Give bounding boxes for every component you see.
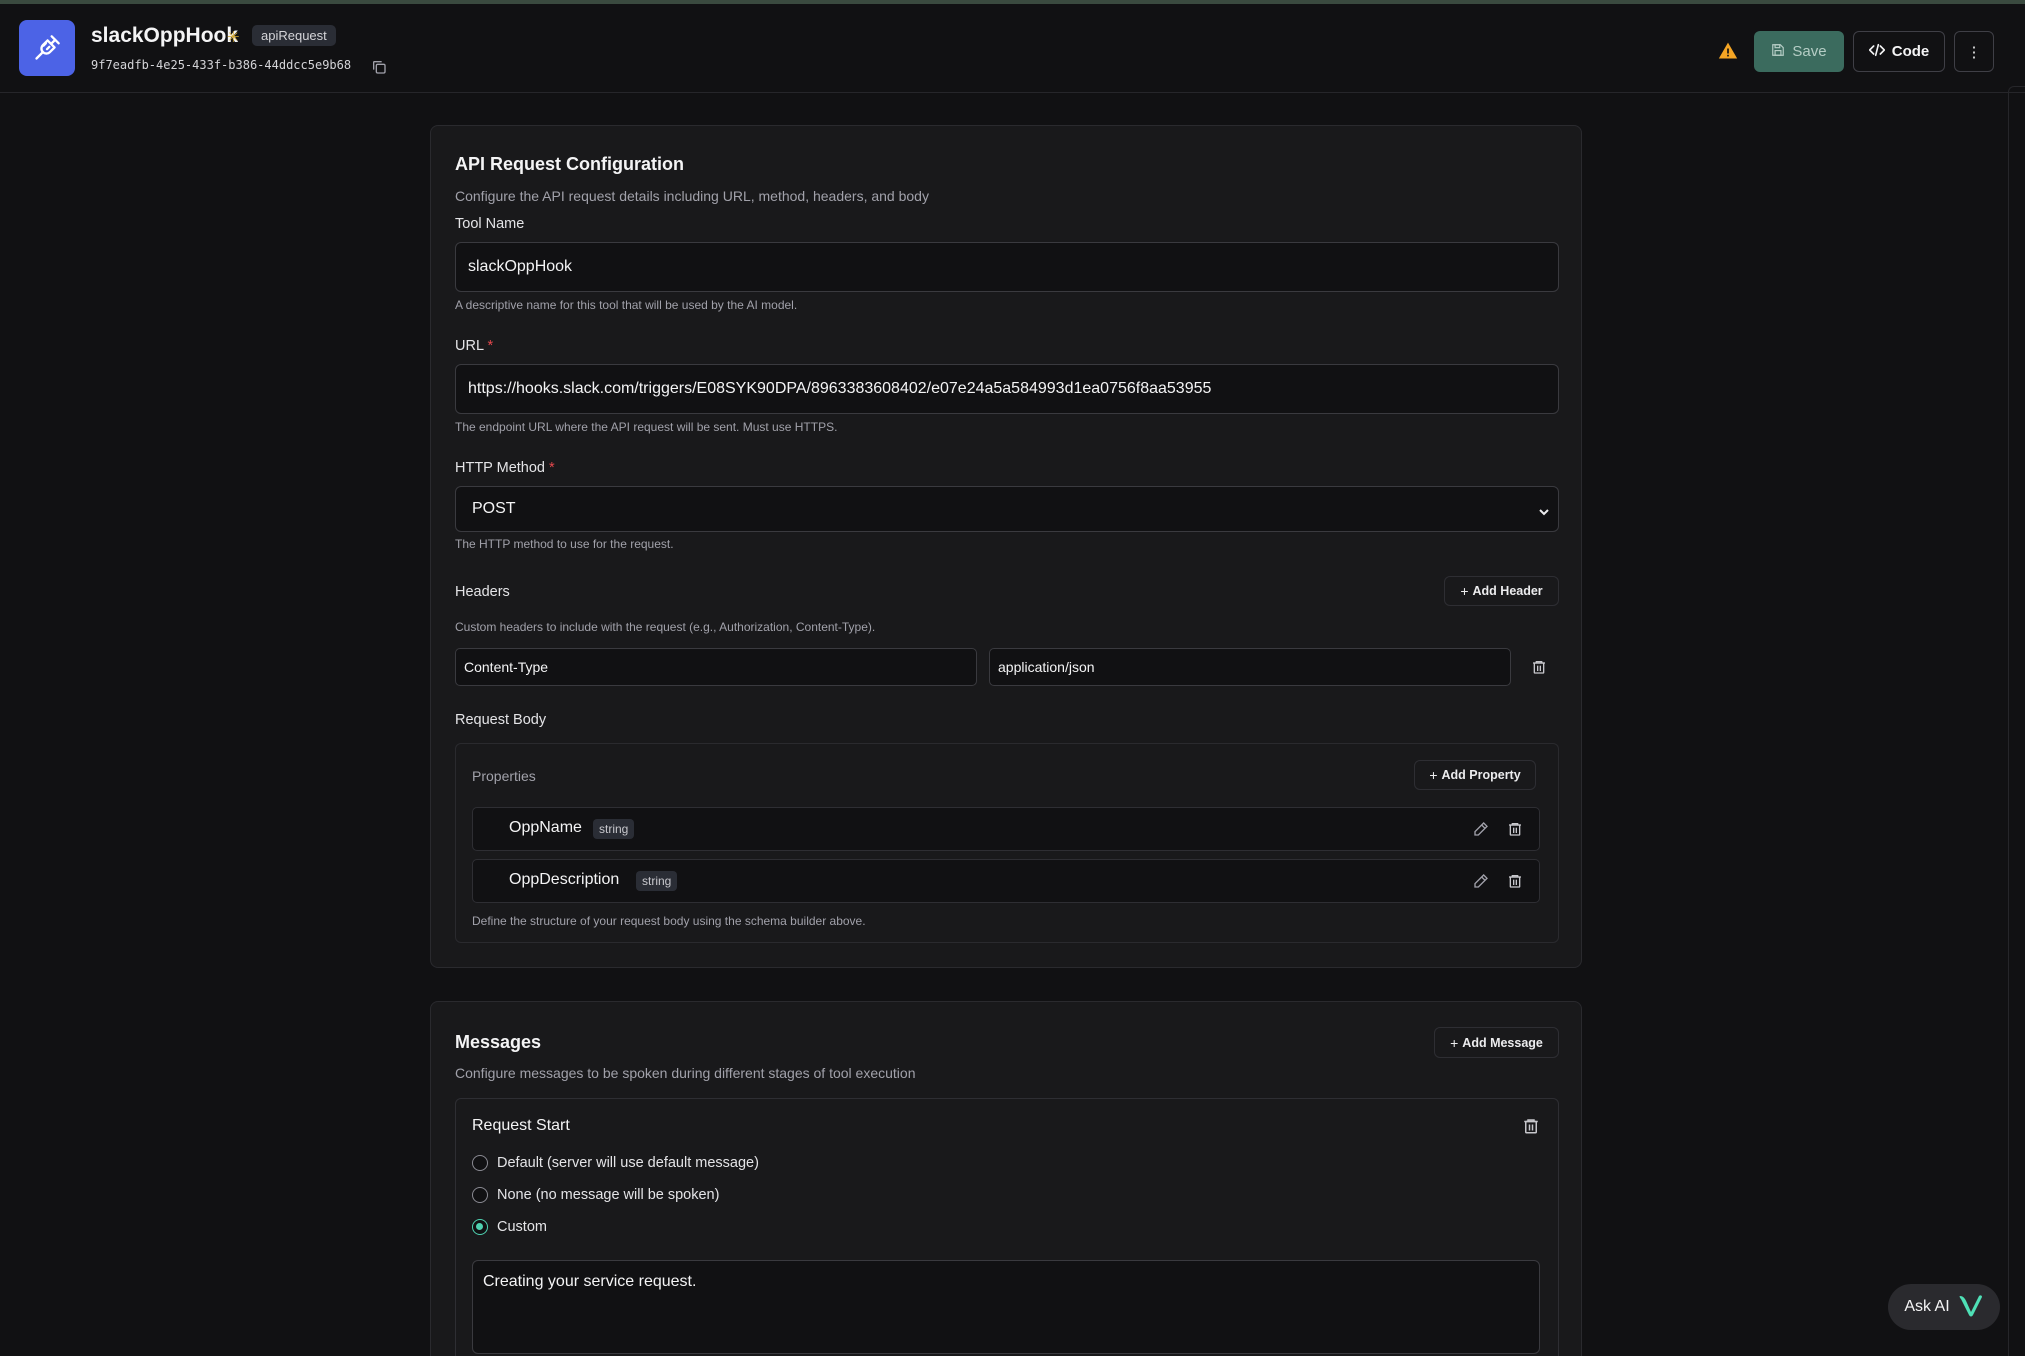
radio-label: None (no message will be spoken): [497, 1187, 720, 1203]
trash-icon[interactable]: [1507, 873, 1523, 889]
header-value-input[interactable]: application/json: [989, 648, 1511, 686]
required-mark: *: [549, 460, 555, 476]
tool-name-input[interactable]: slackOppHook: [455, 242, 1559, 292]
add-property-label: Add Property: [1441, 768, 1521, 782]
method-value: POST: [472, 500, 516, 517]
unsaved-indicator: ✳: [227, 29, 240, 46]
code-button[interactable]: Code: [1853, 31, 1945, 72]
property-name: OppDescription: [509, 871, 620, 888]
property-type-tag: string: [593, 819, 635, 839]
save-icon: [1771, 43, 1785, 61]
property-row[interactable]: OppName string: [472, 807, 1540, 851]
method-label: HTTP Method *: [455, 460, 555, 476]
add-property-button[interactable]: + Add Property: [1414, 760, 1536, 790]
property-type-tag: string: [636, 871, 678, 891]
config-title: API Request Configuration: [455, 154, 684, 174]
ask-ai-button[interactable]: Ask AI: [1888, 1284, 2000, 1330]
method-help: The HTTP method to use for the request.: [455, 537, 674, 551]
messages-description: Configure messages to be spoken during d…: [455, 1065, 916, 1081]
radio-button[interactable]: [472, 1187, 488, 1203]
plus-icon: +: [1450, 1034, 1459, 1051]
more-options-button[interactable]: ⋮: [1954, 31, 1994, 72]
headers-help: Custom headers to include with the reque…: [455, 620, 876, 634]
radio-option-custom[interactable]: Custom: [472, 1219, 547, 1235]
header-key-input[interactable]: Content-Type: [455, 648, 977, 686]
plug-icon: [19, 20, 75, 76]
tool-name-label: Tool Name: [455, 216, 525, 232]
url-label: URL *: [455, 338, 493, 354]
properties-panel: Properties + Add Property OppName string…: [455, 743, 1559, 943]
trash-icon[interactable]: [1522, 1117, 1540, 1135]
property-name: OppName: [509, 819, 582, 836]
ask-ai-label: Ask AI: [1904, 1298, 1950, 1315]
request-body-label: Request Body: [455, 712, 547, 728]
trash-icon[interactable]: [1507, 821, 1523, 837]
headers-label: Headers: [455, 584, 510, 600]
add-message-button[interactable]: + Add Message: [1434, 1027, 1559, 1058]
config-description: Configure the API request details includ…: [455, 188, 929, 204]
tool-name-help: A descriptive name for this tool that wi…: [455, 298, 798, 312]
tool-id: 9f7eadfb-4e25-433f-b386-44ddcc5e9b68: [91, 58, 352, 72]
plus-icon: +: [1460, 583, 1469, 599]
code-label: Code: [1891, 43, 1930, 60]
save-label: Save: [1792, 43, 1827, 60]
stage-title: Request Start: [472, 1117, 570, 1134]
code-icon: [1868, 43, 1886, 61]
property-row[interactable]: OppDescription string: [472, 859, 1540, 903]
save-button[interactable]: Save: [1754, 31, 1844, 72]
copy-icon[interactable]: [371, 59, 387, 75]
body-help: Define the structure of your request bod…: [472, 914, 866, 928]
message-stage-panel: Request Start Default (server will use d…: [455, 1098, 1559, 1356]
method-select[interactable]: POST: [455, 486, 1559, 532]
custom-message-textarea[interactable]: Creating your service request.: [472, 1260, 1540, 1354]
radio-button[interactable]: [472, 1155, 488, 1171]
properties-label: Properties: [472, 768, 536, 784]
chevron-down-icon: [1538, 504, 1550, 516]
radio-label: Default (server will use default message…: [497, 1155, 759, 1171]
tool-title: slackOppHook: [91, 24, 239, 47]
pencil-icon[interactable]: [1473, 821, 1489, 837]
warning-icon[interactable]: [1718, 41, 1738, 61]
add-message-label: Add Message: [1462, 1035, 1543, 1050]
messages-title: Messages: [455, 1032, 542, 1052]
vapi-logo-icon: [1958, 1293, 1984, 1322]
trash-icon[interactable]: [1531, 659, 1547, 675]
tool-type-badge: apiRequest: [252, 25, 336, 46]
radio-option-none[interactable]: None (no message will be spoken): [472, 1187, 719, 1203]
url-label-text: URL: [455, 338, 484, 354]
url-input[interactable]: https://hooks.slack.com/triggers/E08SYK9…: [455, 364, 1559, 414]
messages-card: Messages Configure messages to be spoken…: [430, 1001, 1582, 1356]
side-panel-edge: [2008, 86, 2025, 1356]
api-config-card: API Request Configuration Configure the …: [430, 125, 1582, 968]
plus-icon: +: [1429, 767, 1438, 783]
add-header-button[interactable]: + Add Header: [1444, 576, 1559, 606]
radio-button-selected[interactable]: [472, 1219, 488, 1235]
required-mark: *: [487, 338, 494, 354]
page-header: slackOppHook ✳ apiRequest 9f7eadfb-4e25-…: [0, 4, 2025, 93]
url-help: The endpoint URL where the API request w…: [455, 420, 838, 434]
pencil-icon[interactable]: [1473, 873, 1489, 889]
radio-option-default[interactable]: Default (server will use default message…: [472, 1155, 759, 1171]
method-label-text: HTTP Method: [455, 460, 545, 476]
add-header-label: Add Header: [1472, 584, 1543, 598]
radio-label: Custom: [497, 1219, 547, 1235]
